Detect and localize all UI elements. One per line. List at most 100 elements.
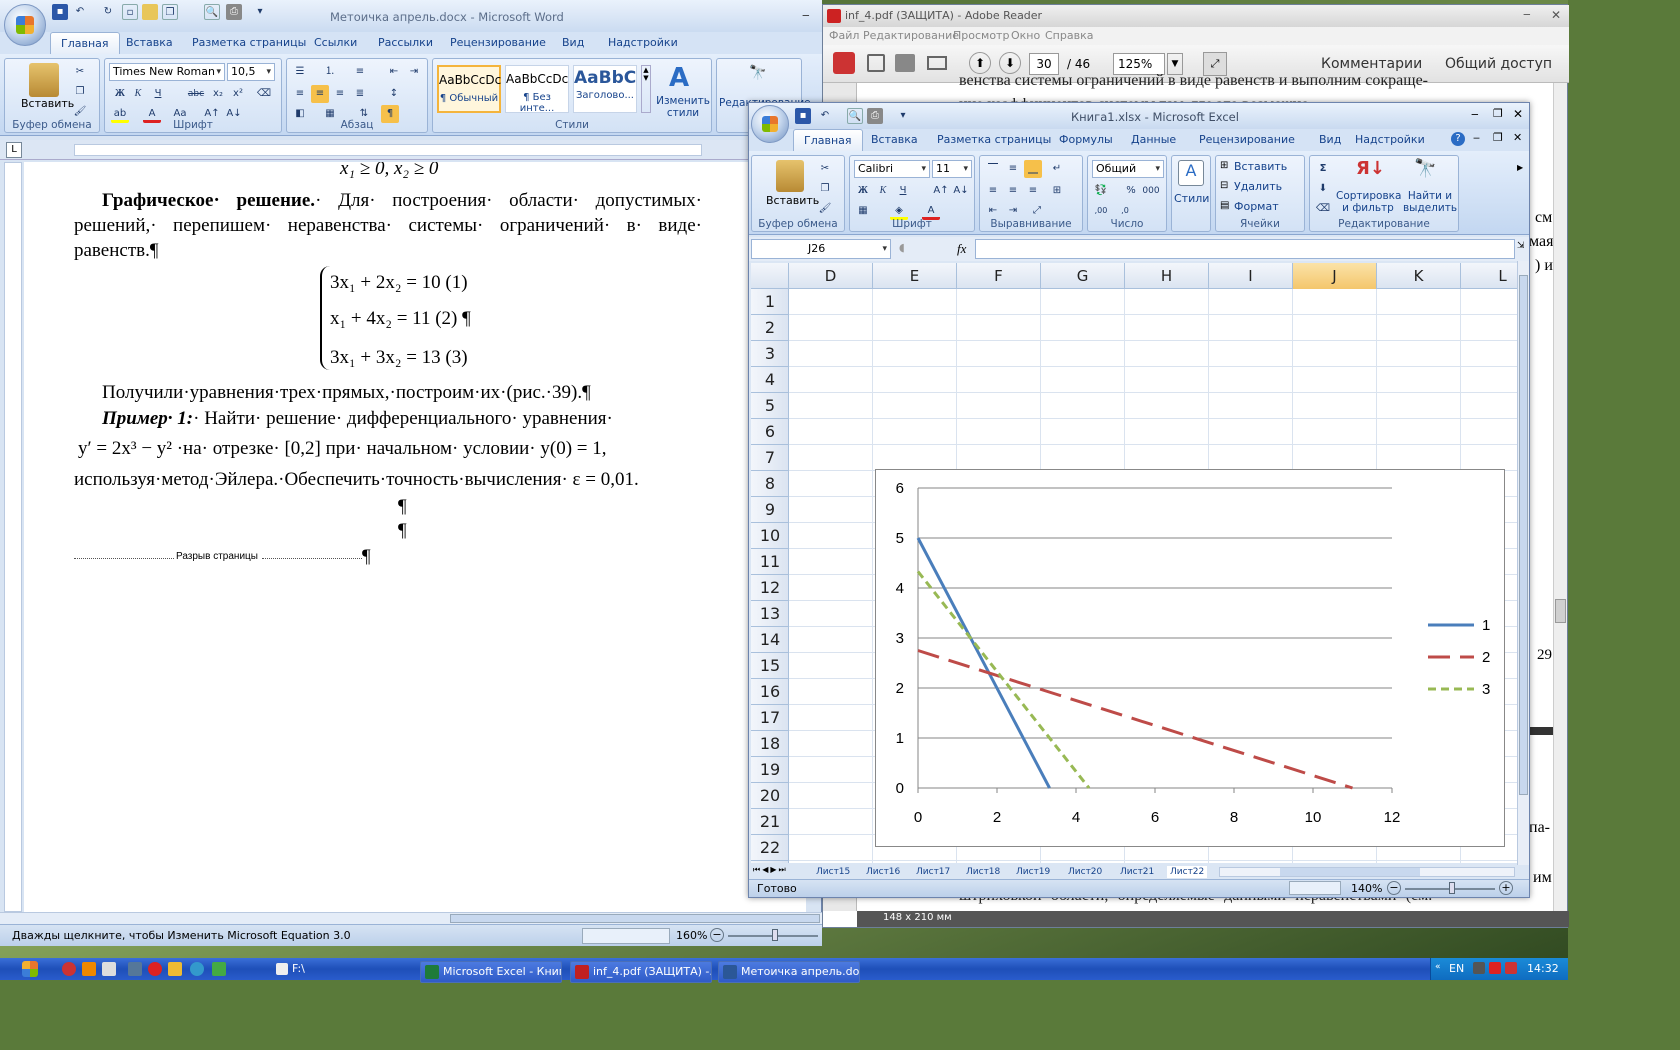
wrap-text-icon[interactable]: ↵ bbox=[1048, 160, 1066, 178]
word-font-size[interactable]: 10,5 bbox=[227, 63, 275, 81]
excel-titlebar[interactable]: ▪ ↶ 🔍 ⎙ ▾ Книга1.xlsx - Microsoft Excel … bbox=[749, 103, 1529, 143]
align-right-icon[interactable]: ≡ bbox=[331, 85, 349, 103]
row-header-1[interactable]: 1 bbox=[751, 289, 789, 315]
reader-minimize-icon[interactable]: ‒ bbox=[1523, 7, 1531, 21]
bold-icon[interactable]: Ж bbox=[111, 85, 129, 103]
excel-shrink-font-icon[interactable]: A↓ bbox=[952, 182, 970, 200]
word-hscrollbar[interactable] bbox=[0, 912, 822, 924]
thousands-icon[interactable]: 000 bbox=[1142, 182, 1160, 200]
row-header-13[interactable]: 13 bbox=[751, 601, 789, 627]
format-cells-icon[interactable]: ▤ bbox=[1220, 200, 1229, 211]
change-styles-icon[interactable]: A bbox=[669, 63, 689, 93]
quick-print-icon[interactable]: ⎙ bbox=[226, 4, 242, 20]
excel-vscrollbar[interactable] bbox=[1517, 261, 1529, 865]
col-header-j[interactable]: J bbox=[1293, 263, 1377, 289]
find-select-icon[interactable]: 🔭 bbox=[1414, 158, 1436, 179]
doc-eq-3[interactable]: 3x₁ + 3x₂ = 13 (3) bbox=[330, 347, 468, 369]
row-header-18[interactable]: 18 bbox=[751, 731, 789, 757]
word-tab-mailings[interactable]: Рассылки bbox=[368, 32, 443, 54]
excel-zoom-thumb[interactable] bbox=[1449, 882, 1455, 894]
sheet-tab-21[interactable]: Лист21 bbox=[1117, 866, 1157, 878]
align-center-icon[interactable]: ≡ bbox=[311, 85, 329, 103]
styles-scroll-icon[interactable]: ▲ ▼ bbox=[641, 65, 651, 113]
quick-undo-icon[interactable]: ↶ bbox=[72, 4, 88, 20]
excel-doc-minimize-icon[interactable]: ‒ bbox=[1473, 131, 1480, 144]
row-header-8[interactable]: 8 bbox=[751, 471, 789, 497]
document-page[interactable]: x₁ ≥ 0, x₂ ≥ 0 Графическое· решение.· Дл… bbox=[24, 162, 806, 912]
excel-quick-save-icon[interactable]: ▪ bbox=[795, 108, 811, 124]
excel-bold-icon[interactable]: Ж bbox=[854, 182, 872, 200]
align-bottom-icon[interactable]: ⎽ bbox=[1024, 160, 1042, 178]
excel-insert-cells[interactable]: Вставить bbox=[1234, 160, 1287, 173]
underline-icon[interactable]: Ч bbox=[149, 85, 167, 103]
excel-align-right-icon[interactable]: ≡ bbox=[1024, 182, 1042, 200]
email-icon[interactable] bbox=[927, 56, 947, 70]
align-top-icon[interactable]: ⎺ bbox=[984, 160, 1002, 178]
excel-tab-data[interactable]: Данные bbox=[1121, 129, 1186, 151]
cut-icon[interactable]: ✂ bbox=[71, 63, 89, 81]
tray-expand-icon[interactable]: « bbox=[1435, 962, 1441, 972]
save-icon[interactable] bbox=[867, 54, 885, 72]
quicklaunch-icon-3[interactable] bbox=[102, 962, 116, 976]
reader-menu-edit[interactable]: Редактирование bbox=[863, 29, 959, 42]
row-header-22[interactable]: 22 bbox=[751, 835, 789, 861]
excel-quick-customize-icon[interactable]: ▾ bbox=[895, 108, 911, 124]
formula-input[interactable] bbox=[975, 239, 1515, 259]
reader-menu-file[interactable]: Файл bbox=[829, 29, 859, 42]
quick-open-icon[interactable] bbox=[142, 4, 158, 20]
word-tab-insert[interactable]: Вставка bbox=[116, 32, 183, 54]
find-icon[interactable]: 🔭 bbox=[747, 65, 769, 83]
justify-icon[interactable]: ≣ bbox=[351, 85, 369, 103]
sheet-grid[interactable]: D E F G H I J K L 1 2 3 4 5 6 7 8 9 10 11 12 13 14 15 1… bbox=[751, 263, 1519, 863]
sheet-tab-19[interactable]: Лист19 bbox=[1013, 866, 1053, 878]
word-paste-button[interactable]: Вставить bbox=[21, 97, 74, 110]
reader-menu-view[interactable]: Просмотр bbox=[953, 29, 1009, 42]
word-tab-view[interactable]: Вид bbox=[552, 32, 594, 54]
sheet-tab-17[interactable]: Лист17 bbox=[913, 866, 953, 878]
subscript-icon[interactable]: x₂ bbox=[209, 85, 227, 103]
excel-minimize-icon[interactable]: ‒ bbox=[1471, 107, 1479, 121]
word-font-name[interactable]: Times New Roman bbox=[109, 63, 225, 81]
quick-new-icon[interactable]: ▫ bbox=[122, 4, 138, 20]
word-tab-review[interactable]: Рецензирование bbox=[440, 32, 556, 54]
excel-quick-preview-icon[interactable]: 🔍 bbox=[847, 108, 863, 124]
row-header-5[interactable]: 5 bbox=[751, 393, 789, 419]
excel-format-cells[interactable]: Формат bbox=[1234, 200, 1279, 213]
col-header-e[interactable]: E bbox=[873, 263, 957, 289]
word-tab-layout[interactable]: Разметка страницы bbox=[182, 32, 316, 54]
excel-tab-insert[interactable]: Вставка bbox=[861, 129, 928, 151]
reader-scroll-thumb[interactable] bbox=[1555, 599, 1566, 623]
excel-tab-formulas[interactable]: Формулы bbox=[1049, 129, 1123, 151]
sheet-nav-icon[interactable]: ⏮◀▶⏭ bbox=[753, 865, 788, 875]
word-tab-addins[interactable]: Надстройки bbox=[598, 32, 688, 54]
excel-sort-filter[interactable]: Сортировка и фильтр bbox=[1336, 190, 1401, 214]
reader-titlebar[interactable]: inf_4.pdf (ЗАЩИТА) - Adobe Reader ‒ ✕ bbox=[823, 5, 1569, 27]
excel-view-buttons-icon[interactable] bbox=[1289, 881, 1341, 895]
quicklaunch-icon-1[interactable] bbox=[62, 962, 76, 976]
view-buttons-icon[interactable] bbox=[582, 928, 670, 944]
create-pdf-icon[interactable] bbox=[833, 52, 855, 74]
excel-zoom-in-icon[interactable]: + bbox=[1499, 881, 1513, 895]
numbering-icon[interactable]: ⒈ bbox=[321, 63, 339, 81]
excel-styles-button[interactable]: Стили bbox=[1174, 192, 1209, 205]
excel-align-left-icon[interactable]: ≡ bbox=[984, 182, 1002, 200]
print-icon[interactable] bbox=[895, 54, 915, 72]
doc-eq-1[interactable]: 3x₁ + 2x₂ = 10 (1) bbox=[330, 272, 468, 294]
row-header-9[interactable]: 9 bbox=[751, 497, 789, 523]
style-no-spacing[interactable]: AaBbCcDc ¶ Без инте... bbox=[505, 65, 569, 114]
clear-icon[interactable]: ⌫ bbox=[1314, 200, 1332, 218]
excel-office-button[interactable] bbox=[751, 105, 789, 143]
name-box[interactable]: J26 bbox=[751, 239, 891, 259]
line-spacing-icon[interactable]: ↕ bbox=[385, 85, 403, 103]
tray-icon-1[interactable] bbox=[1473, 962, 1485, 974]
row-header-14[interactable]: 14 bbox=[751, 627, 789, 653]
quicklaunch-icon-6[interactable] bbox=[168, 962, 182, 976]
excel-window[interactable]: ▪ ↶ 🔍 ⎙ ▾ Книга1.xlsx - Microsoft Excel … bbox=[748, 102, 1530, 898]
reader-menu-help[interactable]: Справка bbox=[1045, 29, 1093, 42]
excel-paste-button[interactable]: Вставить bbox=[766, 194, 819, 207]
row-header-17[interactable]: 17 bbox=[751, 705, 789, 731]
excel-quick-undo-icon[interactable]: ↶ bbox=[817, 108, 833, 124]
word-tab-home[interactable]: Главная bbox=[50, 32, 120, 54]
bullets-icon[interactable]: ☰ bbox=[291, 63, 309, 81]
row-header-10[interactable]: 10 bbox=[751, 523, 789, 549]
